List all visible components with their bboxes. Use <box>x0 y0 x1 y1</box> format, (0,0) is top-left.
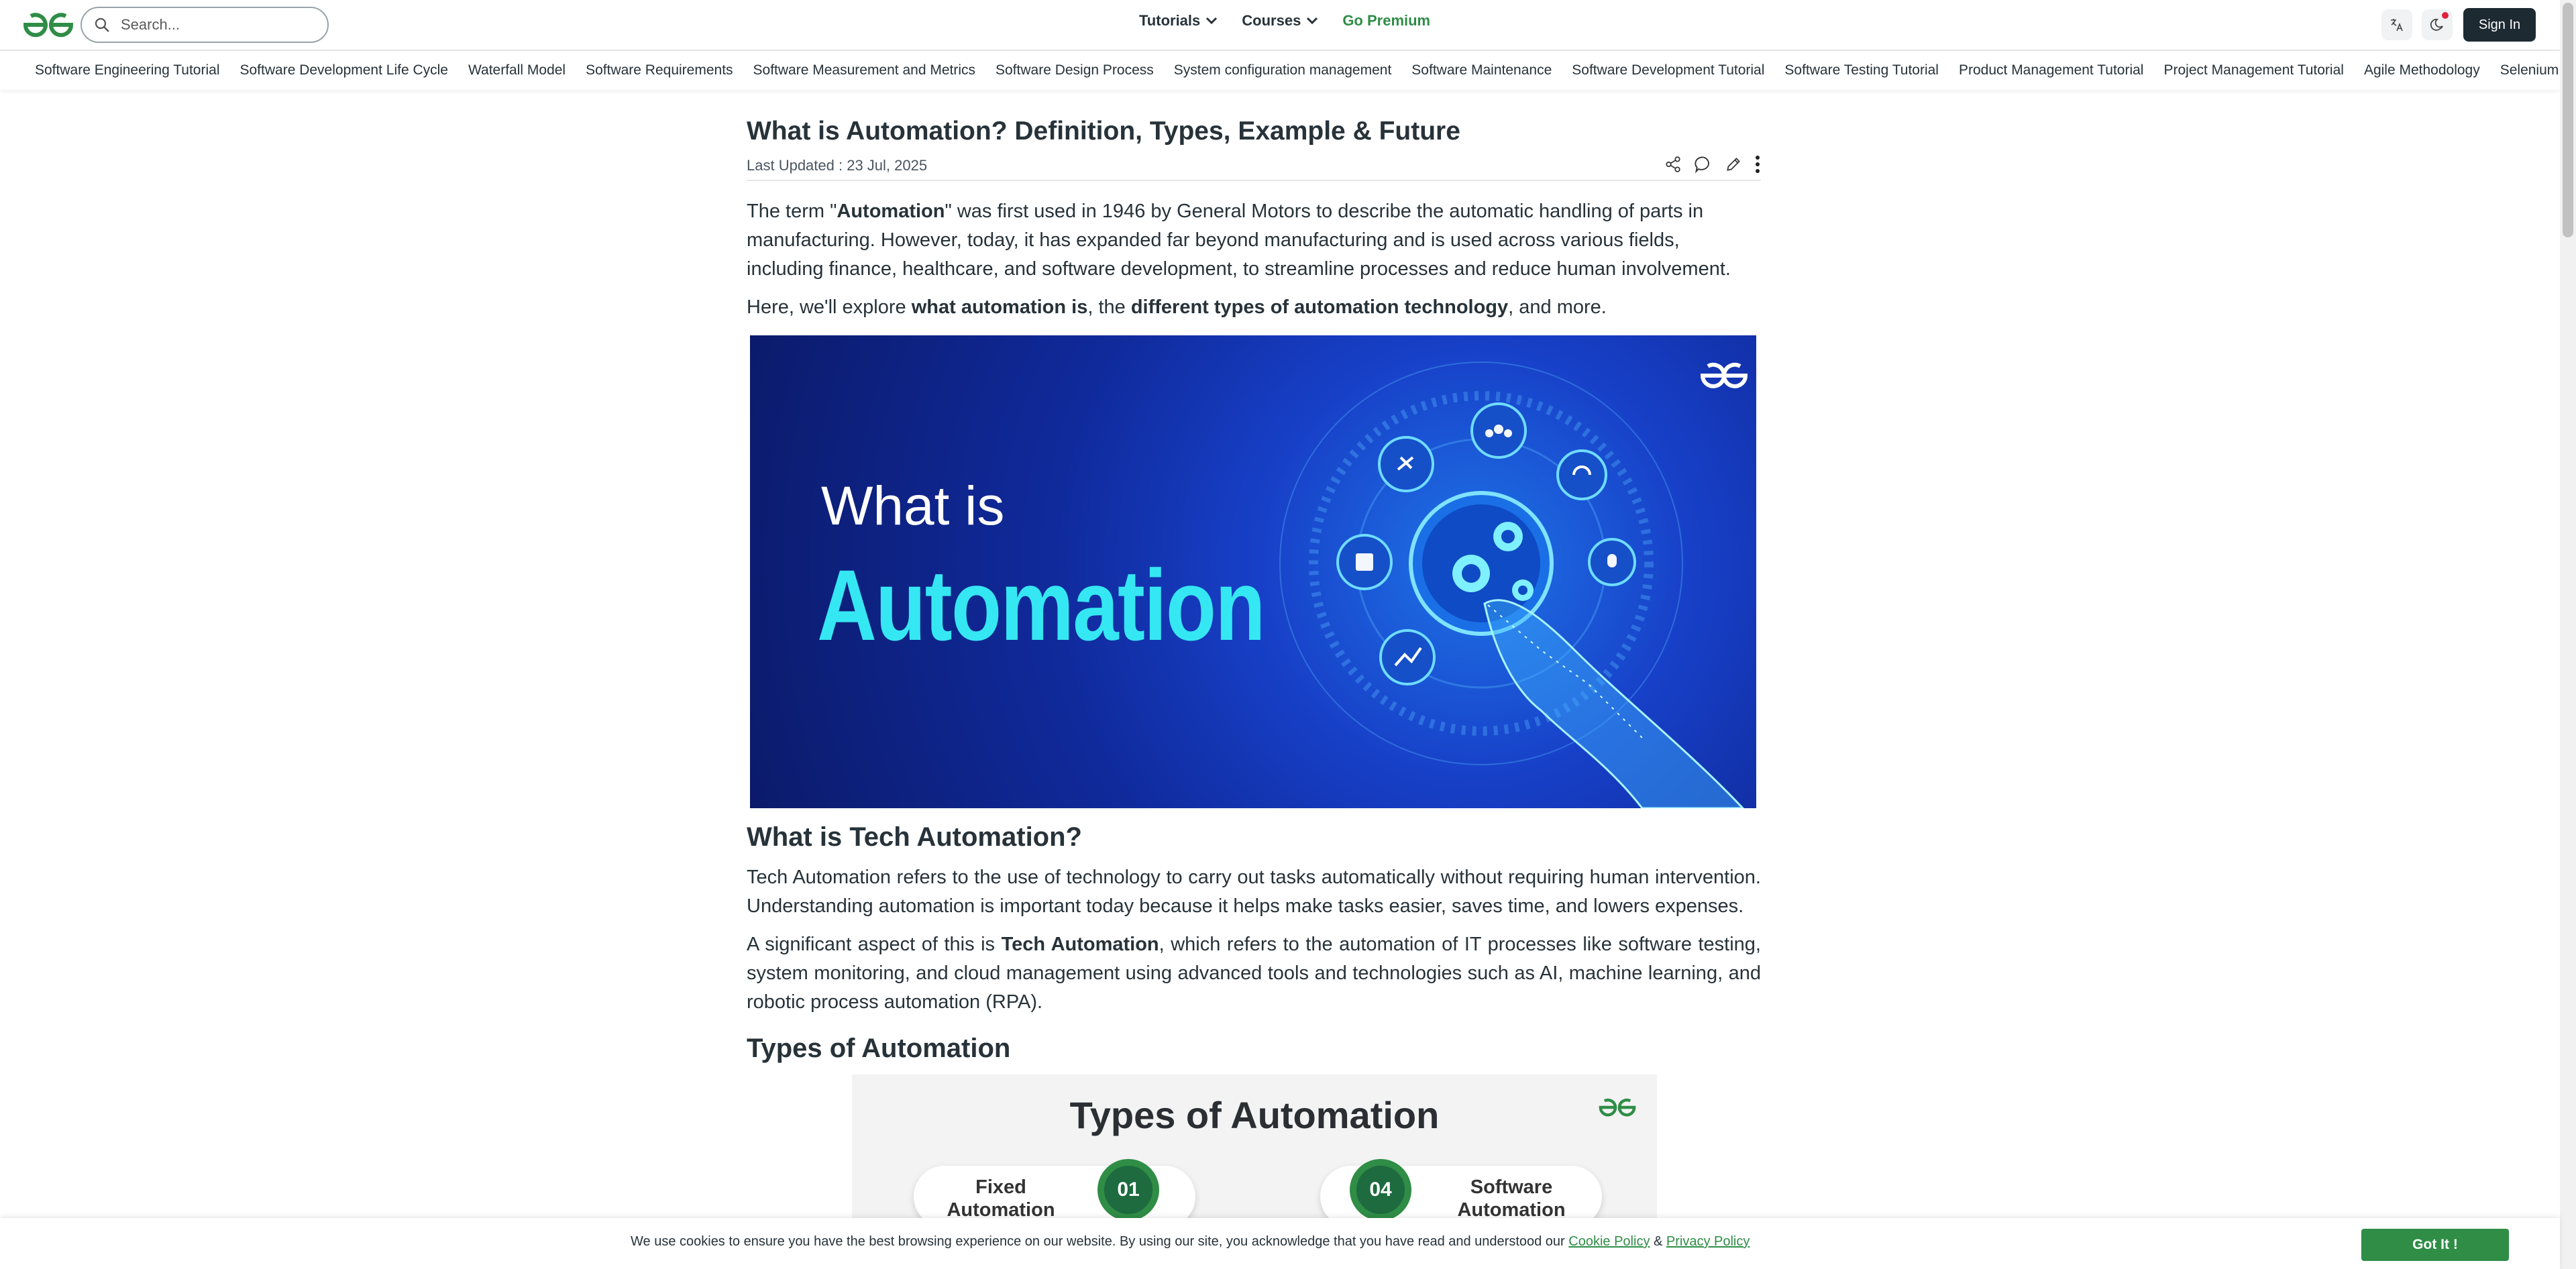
privacy-policy-link[interactable]: Privacy Policy <box>1666 1234 1750 1249</box>
comment-icon <box>1695 156 1709 174</box>
search-box[interactable] <box>80 7 329 43</box>
kebab-menu-icon <box>1756 156 1760 173</box>
topic-subnav: Software Engineering Tutorial Software D… <box>0 51 2560 90</box>
section-heading-types: Types of Automation <box>747 1034 1011 1063</box>
type-number-badge: 04 <box>1350 1159 1411 1221</box>
nav-tutorials-label: Tutorials <box>1139 12 1201 29</box>
significant-aspect-paragraph: A significant aspect of this is Tech Aut… <box>747 930 1761 1017</box>
more-options-button[interactable] <box>1754 154 1761 174</box>
section-heading-tech-automation: What is Tech Automation? <box>747 822 1082 852</box>
explore-paragraph: Here, we'll explore what automation is, … <box>747 293 1761 322</box>
pill-label-line1: Software <box>1470 1176 1553 1198</box>
accept-cookies-button[interactable]: Got It ! <box>2361 1229 2509 1261</box>
nav-courses-label: Courses <box>1242 12 1301 29</box>
tech-automation-paragraph: Tech Automation refers to the use of tec… <box>747 867 1761 917</box>
chevron-down-icon <box>1307 17 1318 25</box>
intro-paragraph: The term "Automation" was first used in … <box>747 197 1761 284</box>
share-icon <box>1666 156 1680 172</box>
text-segment: Here, we'll explore <box>747 296 912 318</box>
subnav-item[interactable]: System configuration management <box>1174 62 1392 78</box>
type-number-badge: 01 <box>1097 1159 1159 1221</box>
text-segment: , the <box>1087 296 1131 318</box>
subnav-item[interactable]: Software Requirements <box>586 62 733 78</box>
go-premium-link[interactable]: Go Premium <box>1342 12 1430 30</box>
pill-label-line1: Fixed <box>975 1176 1026 1198</box>
text-segment: The term " <box>747 201 837 222</box>
cookie-separator: & <box>1650 1234 1666 1249</box>
subnav-item[interactable]: Software Engineering Tutorial <box>35 62 220 78</box>
last-updated: Last Updated : 23 Jul, 2025 <box>747 157 928 174</box>
share-button[interactable] <box>1664 156 1682 173</box>
text-segment: , and more. <box>1508 296 1607 318</box>
hero-heading-line2: Automation <box>817 549 1265 661</box>
subnav-item[interactable]: Product Management Tutorial <box>1959 62 2143 78</box>
hero-heading-line1: What is <box>821 476 1005 537</box>
subnav-item[interactable]: Agile Methodology <box>2364 62 2480 78</box>
bold-term: different types of automation technology <box>1130 296 1509 318</box>
subnav-item[interactable]: Software Testing Tutorial <box>1784 62 1939 78</box>
top-nav: Tutorials Courses Go Premium <box>1139 12 1430 30</box>
article-title: What is Automation? Definition, Types, E… <box>747 117 1460 146</box>
moon-icon <box>2430 19 2443 31</box>
translate-icon <box>2391 19 2403 32</box>
notification-dot <box>2442 12 2449 19</box>
nav-tutorials[interactable]: Tutorials <box>1139 12 1218 30</box>
subnav-item[interactable]: Waterfall Model <box>468 62 566 78</box>
subnav-item[interactable]: Software Development Life Cycle <box>240 62 448 78</box>
search-input[interactable] <box>119 15 310 34</box>
cookie-text: We use cookies to ensure you have the be… <box>631 1234 1569 1249</box>
gfg-logo-icon[interactable] <box>21 9 75 40</box>
page-scrollbar[interactable] <box>2560 0 2576 1269</box>
comment-button[interactable] <box>1694 155 1713 174</box>
article: What is Automation? Definition, Types, E… <box>747 107 1761 1249</box>
hero-image: What is Automation <box>750 335 1756 808</box>
subnav-item[interactable]: Software Measurement and Metrics <box>753 62 975 78</box>
scrollbar-thumb[interactable] <box>2563 3 2573 237</box>
pencil-icon <box>1727 158 1740 171</box>
cookie-message: We use cookies to ensure you have the be… <box>631 1234 1750 1250</box>
article-meta: Last Updated : 23 Jul, 2025 <box>747 153 1761 181</box>
article-actions <box>1664 154 1761 174</box>
translate-button[interactable] <box>2381 9 2412 40</box>
cookie-policy-link[interactable]: Cookie Policy <box>1568 1234 1650 1249</box>
bold-term: Automation <box>837 201 945 222</box>
sign-in-button[interactable]: Sign In <box>2463 8 2536 42</box>
subnav-item[interactable]: Project Management Tutorial <box>2163 62 2343 78</box>
subnav-item[interactable]: Selenium <box>2500 62 2559 78</box>
bold-term: Tech Automation <box>1001 934 1159 955</box>
theme-toggle-button[interactable] <box>2422 9 2453 40</box>
edit-button[interactable] <box>1725 156 1742 173</box>
subnav-item[interactable]: Software Design Process <box>996 62 1154 78</box>
chevron-down-icon <box>1206 17 1218 25</box>
nav-courses[interactable]: Courses <box>1242 12 1318 30</box>
subnav-item[interactable]: Software Development Tutorial <box>1572 62 1764 78</box>
search-icon <box>95 17 109 32</box>
text-segment: A significant aspect of this is <box>747 934 1002 955</box>
bold-term: what automation is <box>911 296 1088 318</box>
cookie-banner: We use cookies to ensure you have the be… <box>0 1218 2560 1269</box>
subnav-item[interactable]: Software Maintenance <box>1411 62 1552 78</box>
site-header: Tutorials Courses Go Premium Sign In <box>0 0 2560 51</box>
